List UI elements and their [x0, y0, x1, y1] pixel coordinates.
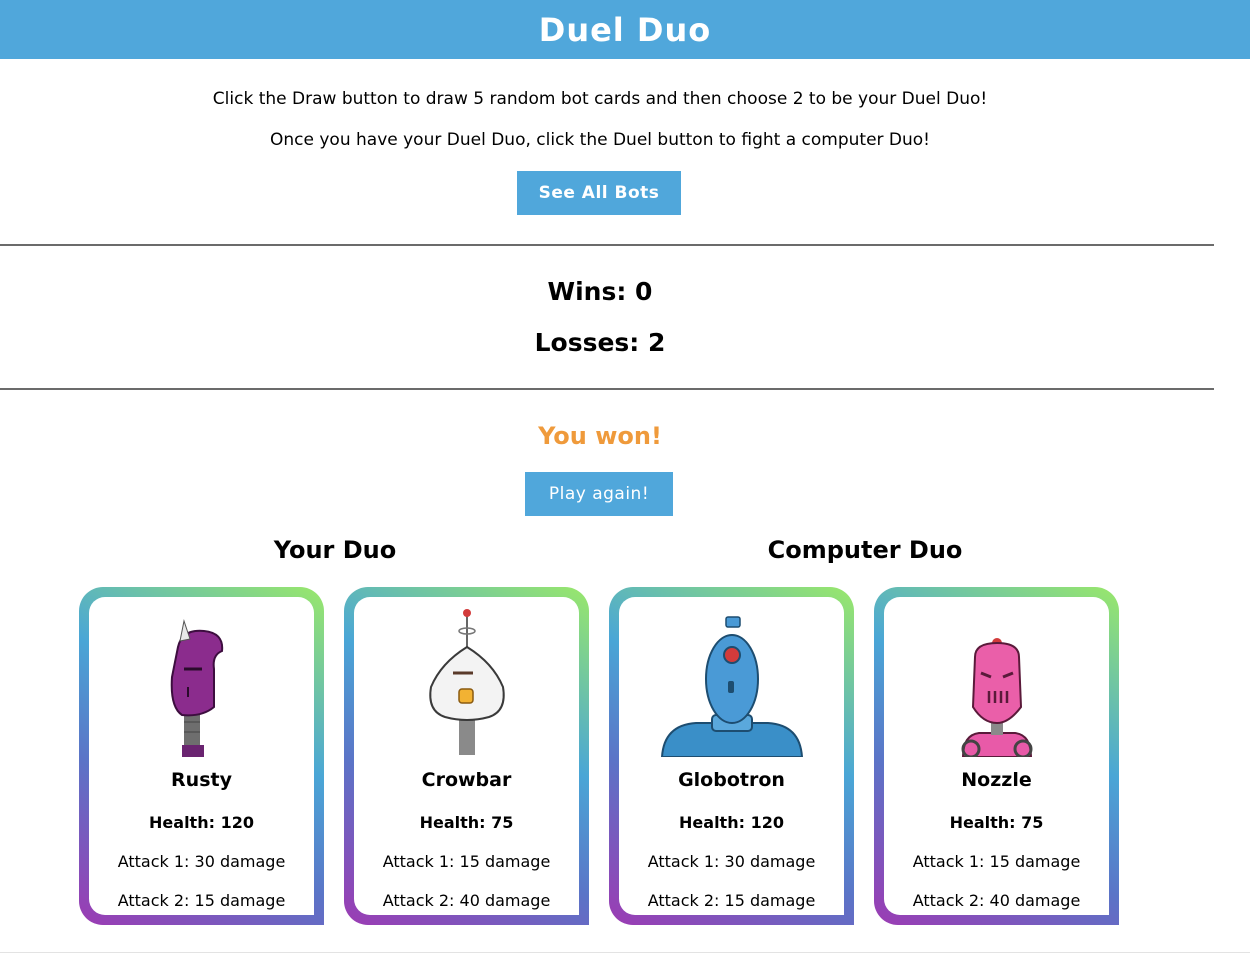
bot-attack-2: Attack 2: 15 damage	[647, 891, 816, 910]
divider	[0, 244, 1214, 246]
bot-card-globotron: Globotron Health: 120 Attack 1: 30 damag…	[609, 587, 854, 925]
bot-card-nozzle: Nozzle Health: 75 Attack 1: 15 damage At…	[874, 587, 1119, 925]
bot-health: Health: 75	[949, 813, 1044, 832]
bot-attack-2: Attack 2: 40 damage	[382, 891, 551, 910]
computer-duo-title: Computer Duo	[767, 536, 963, 564]
header-bar: Duel Duo	[0, 0, 1250, 59]
losses-count: Losses: 2	[534, 328, 666, 357]
page-title: Duel Duo	[538, 10, 712, 49]
intro-instructions-duel: Once you have your Duel Duo, click the D…	[270, 130, 930, 150]
bot-name: Rusty	[171, 769, 232, 791]
bot-attack-2: Attack 2: 15 damage	[117, 891, 286, 910]
bot-attack-1: Attack 1: 15 damage	[382, 852, 551, 871]
wins-count: Wins: 0	[547, 277, 653, 306]
footer-divider	[0, 952, 1250, 953]
bot-card-rusty: Rusty Health: 120 Attack 1: 30 damage At…	[79, 587, 324, 925]
intro-instructions-draw: Click the Draw button to draw 5 random b…	[212, 89, 988, 109]
result-message: You won!	[538, 422, 662, 450]
bot-attack-2: Attack 2: 40 damage	[912, 891, 1081, 910]
bot-name: Crowbar	[421, 769, 512, 791]
your-duo-title: Your Duo	[273, 536, 397, 564]
bot-attack-1: Attack 1: 30 damage	[117, 852, 286, 871]
bot-attack-1: Attack 1: 15 damage	[912, 852, 1081, 871]
bot-health: Health: 120	[679, 813, 784, 832]
bot-card-crowbar: Crowbar Health: 75 Attack 1: 15 damage A…	[344, 587, 589, 925]
bot-name: Nozzle	[961, 769, 1032, 791]
bot-attack-1: Attack 1: 30 damage	[647, 852, 816, 871]
bot-name: Globotron	[678, 769, 785, 791]
purple-robot-icon	[170, 619, 223, 757]
divider	[0, 388, 1214, 390]
play-again-button[interactable]: Play again!	[525, 472, 673, 516]
pink-robot-icon	[961, 638, 1032, 757]
bot-health: Health: 75	[419, 813, 514, 832]
see-all-bots-button[interactable]: See All Bots	[517, 171, 681, 215]
blue-robot-icon	[660, 616, 803, 757]
bot-health: Health: 120	[149, 813, 254, 832]
white-robot-icon	[428, 609, 505, 755]
